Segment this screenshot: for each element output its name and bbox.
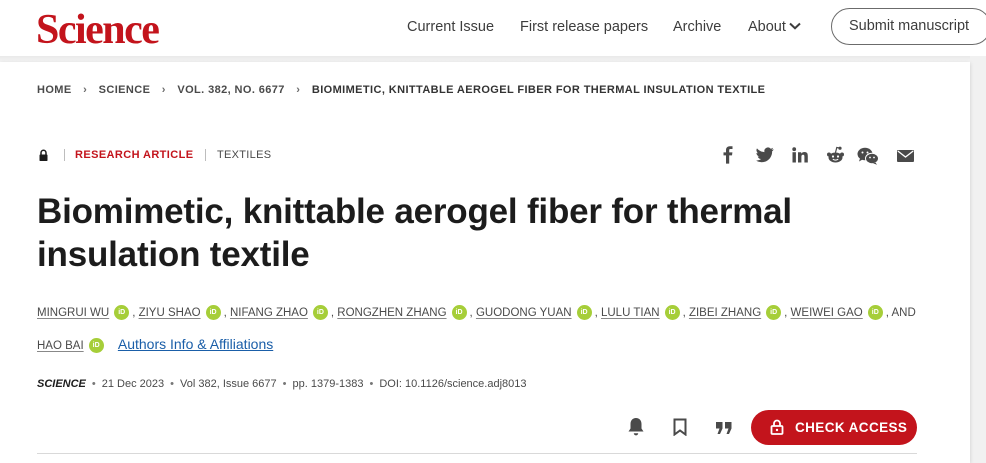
nav-current-issue[interactable]: Current Issue <box>407 18 494 36</box>
email-icon[interactable] <box>897 150 914 162</box>
volume-issue[interactable]: Vol 382, Issue 6677 <box>180 378 277 390</box>
journal-name[interactable]: SCIENCE <box>37 378 86 390</box>
page-gutter <box>970 56 986 463</box>
author-link[interactable]: MINGRUI WU <box>37 307 109 319</box>
breadcrumb-science[interactable]: SCIENCE <box>99 84 151 96</box>
separator: • <box>369 378 374 390</box>
linkedin-icon[interactable] <box>792 147 808 163</box>
reddit-icon[interactable] <box>826 146 845 164</box>
author-link[interactable]: RONGZHEN ZHANG <box>337 307 446 319</box>
pub-date: 21 Dec 2023 <box>101 378 165 390</box>
article-title-line-2: insulation textile <box>37 235 310 274</box>
author-link[interactable]: NIFANG ZHAO <box>230 307 308 319</box>
author-and-separator: , AND <box>885 307 916 319</box>
article-topic-label[interactable]: TEXTILES <box>217 149 271 162</box>
page-range: pp. 1379-1383 <box>292 378 364 390</box>
wechat-icon[interactable] <box>857 147 879 165</box>
author-list: MINGRUI WU iD, ZIYU SHAO iD, NIFANG ZHAO iD… <box>37 305 916 354</box>
orcid-icon[interactable]: iD <box>88 338 104 354</box>
author-link[interactable]: HAO BAI <box>37 340 84 352</box>
authors-info-link[interactable]: Authors Info & Affiliations <box>118 336 273 352</box>
bell-icon[interactable] <box>627 417 645 437</box>
facebook-icon[interactable] <box>722 146 734 164</box>
divider <box>37 453 917 454</box>
chevron-right-icon: › <box>296 84 301 96</box>
chevron-right-icon: › <box>161 84 166 96</box>
orcid-icon[interactable]: iD <box>312 305 328 321</box>
unlock-icon <box>770 419 784 435</box>
bookmark-icon[interactable] <box>673 418 687 436</box>
check-access-button[interactable]: CHECK ACCESS <box>751 410 917 445</box>
chevron-right-icon: › <box>83 84 88 96</box>
nav-about-label: About <box>748 19 786 35</box>
breadcrumb: HOME › SCIENCE › VOL. 382, NO. 6677 › BI… <box>37 84 765 97</box>
lock-icon <box>39 149 48 161</box>
author-link[interactable]: ZIBEI ZHANG <box>689 307 761 319</box>
orcid-icon[interactable]: iD <box>576 305 592 321</box>
doi-link[interactable]: DOI: 10.1126/science.adj8013 <box>379 378 526 390</box>
check-access-label: CHECK ACCESS <box>795 420 908 435</box>
orcid-icon[interactable]: iD <box>205 305 221 321</box>
breadcrumb-volume[interactable]: VOL. 382, NO. 6677 <box>177 84 284 96</box>
breadcrumb-current-article: BIOMIMETIC, KNITTABLE AEROGEL FIBER FOR … <box>311 84 766 96</box>
chevron-down-icon <box>789 22 801 30</box>
divider <box>64 149 65 161</box>
nav-archive[interactable]: Archive <box>673 18 721 36</box>
orcid-icon[interactable]: iD <box>451 305 467 321</box>
citation-meta: SCIENCE • 21 Dec 2023 • Vol 382, Issue 6677 •… <box>37 378 527 391</box>
nav-first-release-papers[interactable]: First release papers <box>520 18 648 36</box>
divider <box>205 149 206 161</box>
author-link[interactable]: GUODONG YUAN <box>476 307 572 319</box>
twitter-icon[interactable] <box>756 147 774 163</box>
site-header: Science Current Issue First release pape… <box>0 0 986 56</box>
separator: • <box>91 378 96 390</box>
article-title: Biomimetic, knittable aerogel fiber for … <box>37 190 917 276</box>
article-title-line-1: Biomimetic, knittable aerogel fiber for … <box>37 192 792 231</box>
author-link[interactable]: WEIWEI GAO <box>791 307 863 319</box>
science-logo[interactable]: Science <box>36 6 160 54</box>
article-type-label[interactable]: RESEARCH ARTICLE <box>75 149 193 162</box>
breadcrumb-home[interactable]: HOME <box>37 84 72 96</box>
orcid-icon[interactable]: iD <box>114 305 130 321</box>
nav-about[interactable]: About <box>748 18 801 36</box>
author-link[interactable]: ZIYU SHAO <box>139 307 201 319</box>
author-link[interactable]: LULU TIAN <box>601 307 660 319</box>
separator: • <box>170 378 175 390</box>
orcid-icon[interactable]: iD <box>867 305 883 321</box>
separator: • <box>282 378 287 390</box>
orcid-icon[interactable]: iD <box>766 305 782 321</box>
quote-icon[interactable] <box>715 421 733 435</box>
orcid-icon[interactable]: iD <box>664 305 680 321</box>
submit-manuscript-button[interactable]: Submit manuscript <box>831 8 986 45</box>
